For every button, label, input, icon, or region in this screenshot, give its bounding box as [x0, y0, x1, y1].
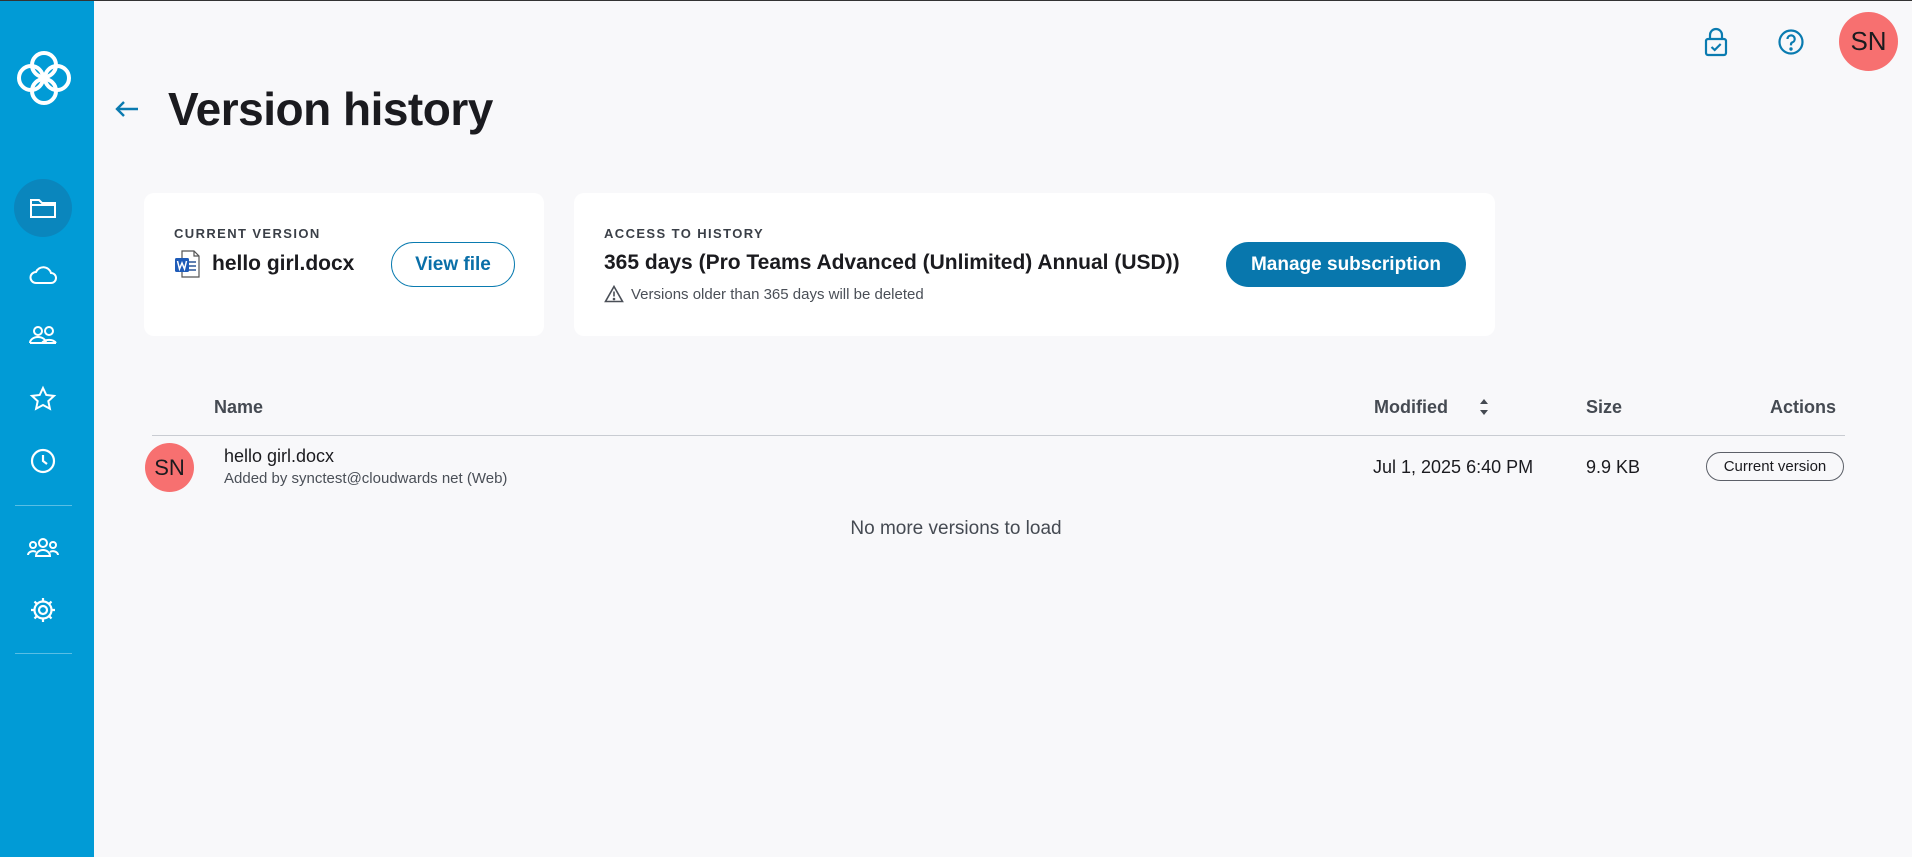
lock-check-icon: [1704, 27, 1728, 57]
current-version-card: CURRENT VERSION hello girl.docx View fil…: [144, 193, 544, 336]
column-header-name[interactable]: Name: [214, 397, 263, 418]
sidebar-divider: [15, 653, 72, 654]
help-button[interactable]: [1771, 22, 1811, 62]
word-doc-icon: [175, 250, 200, 278]
sidebar-item-favorites[interactable]: [14, 370, 72, 428]
sidebar-item-shared[interactable]: [14, 307, 72, 365]
gear-icon: [31, 598, 55, 622]
sync-logo-icon[interactable]: [13, 47, 75, 109]
current-file-name: hello girl.docx: [212, 252, 355, 275]
version-size: 9.9 KB: [1586, 457, 1641, 477]
column-header-actions: Actions: [1770, 397, 1837, 417]
no-more-versions: No more versions to load: [0, 518, 1912, 540]
user-avatar[interactable]: SN: [1839, 12, 1898, 71]
team-icon: [27, 538, 59, 557]
page-title: Version history: [168, 83, 493, 135]
manage-subscription-button[interactable]: Manage subscription: [1226, 242, 1466, 287]
arrow-left-icon: [115, 101, 138, 117]
sidebar-divider: [15, 505, 72, 506]
no-more-versions-text: No more versions to load: [850, 518, 1062, 539]
table-header-divider: [152, 435, 1845, 436]
version-modified: Jul 1, 2025 6:40 PM: [1373, 457, 1534, 477]
star-icon: [29, 385, 57, 411]
sidebar-item-recent[interactable]: [14, 432, 72, 490]
window-top-border: [0, 0, 1912, 1]
column-header-size[interactable]: Size: [1586, 397, 1622, 418]
cloud-icon: [29, 266, 57, 284]
help-icon: [1778, 29, 1804, 55]
plan-name: 365 days (Pro Teams Advanced (Unlimited)…: [604, 251, 1180, 274]
history-access-card: ACCESS TO HISTORY 365 days (Pro Teams Ad…: [574, 193, 1495, 336]
current-version-label: CURRENT VERSION: [174, 226, 321, 241]
warning-icon: [604, 285, 624, 303]
retention-warning-text: Versions older than 365 days will be del…: [631, 285, 924, 303]
current-file: hello girl.docx: [174, 250, 354, 278]
back-button[interactable]: [110, 92, 144, 126]
version-file-name: hello girl.docx: [224, 446, 335, 466]
column-header-modified[interactable]: Modified: [1374, 397, 1448, 418]
version-added-by: Added by synctest@cloudwards net (Web): [224, 470, 508, 487]
current-version-badge: Current version: [1706, 452, 1844, 481]
retention-warning: Versions older than 365 days will be del…: [604, 285, 924, 303]
row-avatar: SN: [145, 443, 194, 492]
sidebar-item-files[interactable]: [14, 179, 72, 237]
clock-icon: [30, 448, 56, 474]
sidebar: [0, 1, 94, 857]
sort-icon: [1480, 399, 1488, 415]
sidebar-item-cloud[interactable]: [14, 246, 72, 304]
history-access-label: ACCESS TO HISTORY: [604, 226, 765, 241]
people-icon: [29, 326, 57, 344]
view-file-button[interactable]: View file: [391, 242, 515, 287]
folder-icon: [30, 199, 56, 218]
sort-toggle[interactable]: [1477, 395, 1491, 419]
vault-lock-button[interactable]: [1696, 22, 1736, 62]
sidebar-item-settings[interactable]: [14, 581, 72, 639]
